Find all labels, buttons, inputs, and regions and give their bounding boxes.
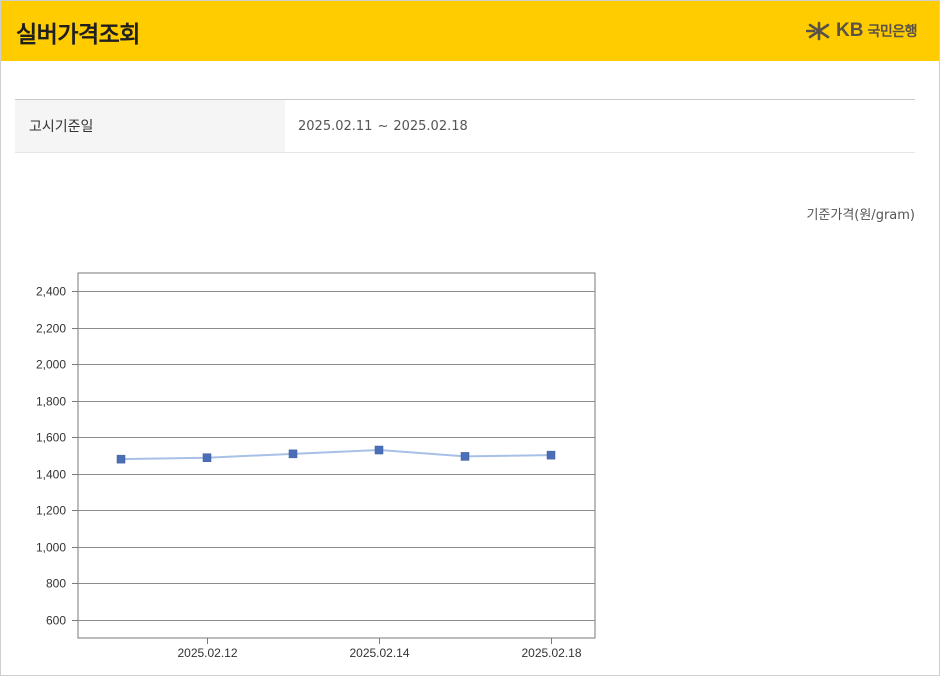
data-point xyxy=(288,449,298,459)
data-point xyxy=(546,450,556,460)
y-tick-label: 1,600 xyxy=(36,431,66,445)
x-tick-label: 2025.02.14 xyxy=(349,646,409,660)
y-tick-label: 800 xyxy=(46,577,66,591)
y-tick-label: 1,200 xyxy=(36,504,66,518)
start-date: 2025.02.11 xyxy=(298,118,373,134)
kb-star-logo-icon xyxy=(806,21,832,41)
brand-name-text: 국민은행 xyxy=(867,24,917,40)
y-tick-label: 1,000 xyxy=(36,541,66,555)
notice-date-range: 2025.02.11 ~ 2025.02.18 xyxy=(285,100,915,152)
data-point xyxy=(460,452,470,461)
y-tick-label: 1,400 xyxy=(36,468,66,482)
kb-brand-logo: KB 국민은행 xyxy=(806,19,917,43)
data-point xyxy=(202,453,212,462)
y-tick-label: 1,800 xyxy=(36,395,66,409)
y-tick-label: 2,400 xyxy=(36,285,66,299)
notice-date-label: 고시기준일 xyxy=(15,100,285,152)
data-point xyxy=(374,445,384,455)
end-date: 2025.02.18 xyxy=(393,118,468,134)
y-tick-label: 2,000 xyxy=(36,358,66,372)
brand-kb-text: KB xyxy=(836,20,864,41)
data-point xyxy=(116,454,126,464)
price-unit-label: 기준가격(원/gram) xyxy=(806,208,915,223)
x-tick-label: 2025.02.12 xyxy=(177,646,237,660)
silver-price-window: 실버가격조회 KB 국민은행 고시기준일 2025.02.11 ~ 2025.0… xyxy=(0,0,940,676)
silver-price-chart: 600 800 1,000 1,200 1,400 1,600 1,800 2,000 2,20… xyxy=(36,272,596,660)
date-separator: ~ xyxy=(377,118,389,134)
y-tick-label: 2,200 xyxy=(36,322,66,336)
page-title: 실버가격조회 xyxy=(16,22,140,48)
header-bar: 실버가격조회 KB 국민은행 xyxy=(1,1,939,61)
notice-date-table: 고시기준일 2025.02.11 ~ 2025.02.18 xyxy=(15,99,915,153)
y-tick-label: 600 xyxy=(46,614,66,628)
x-tick-label: 2025.02.18 xyxy=(521,646,581,660)
